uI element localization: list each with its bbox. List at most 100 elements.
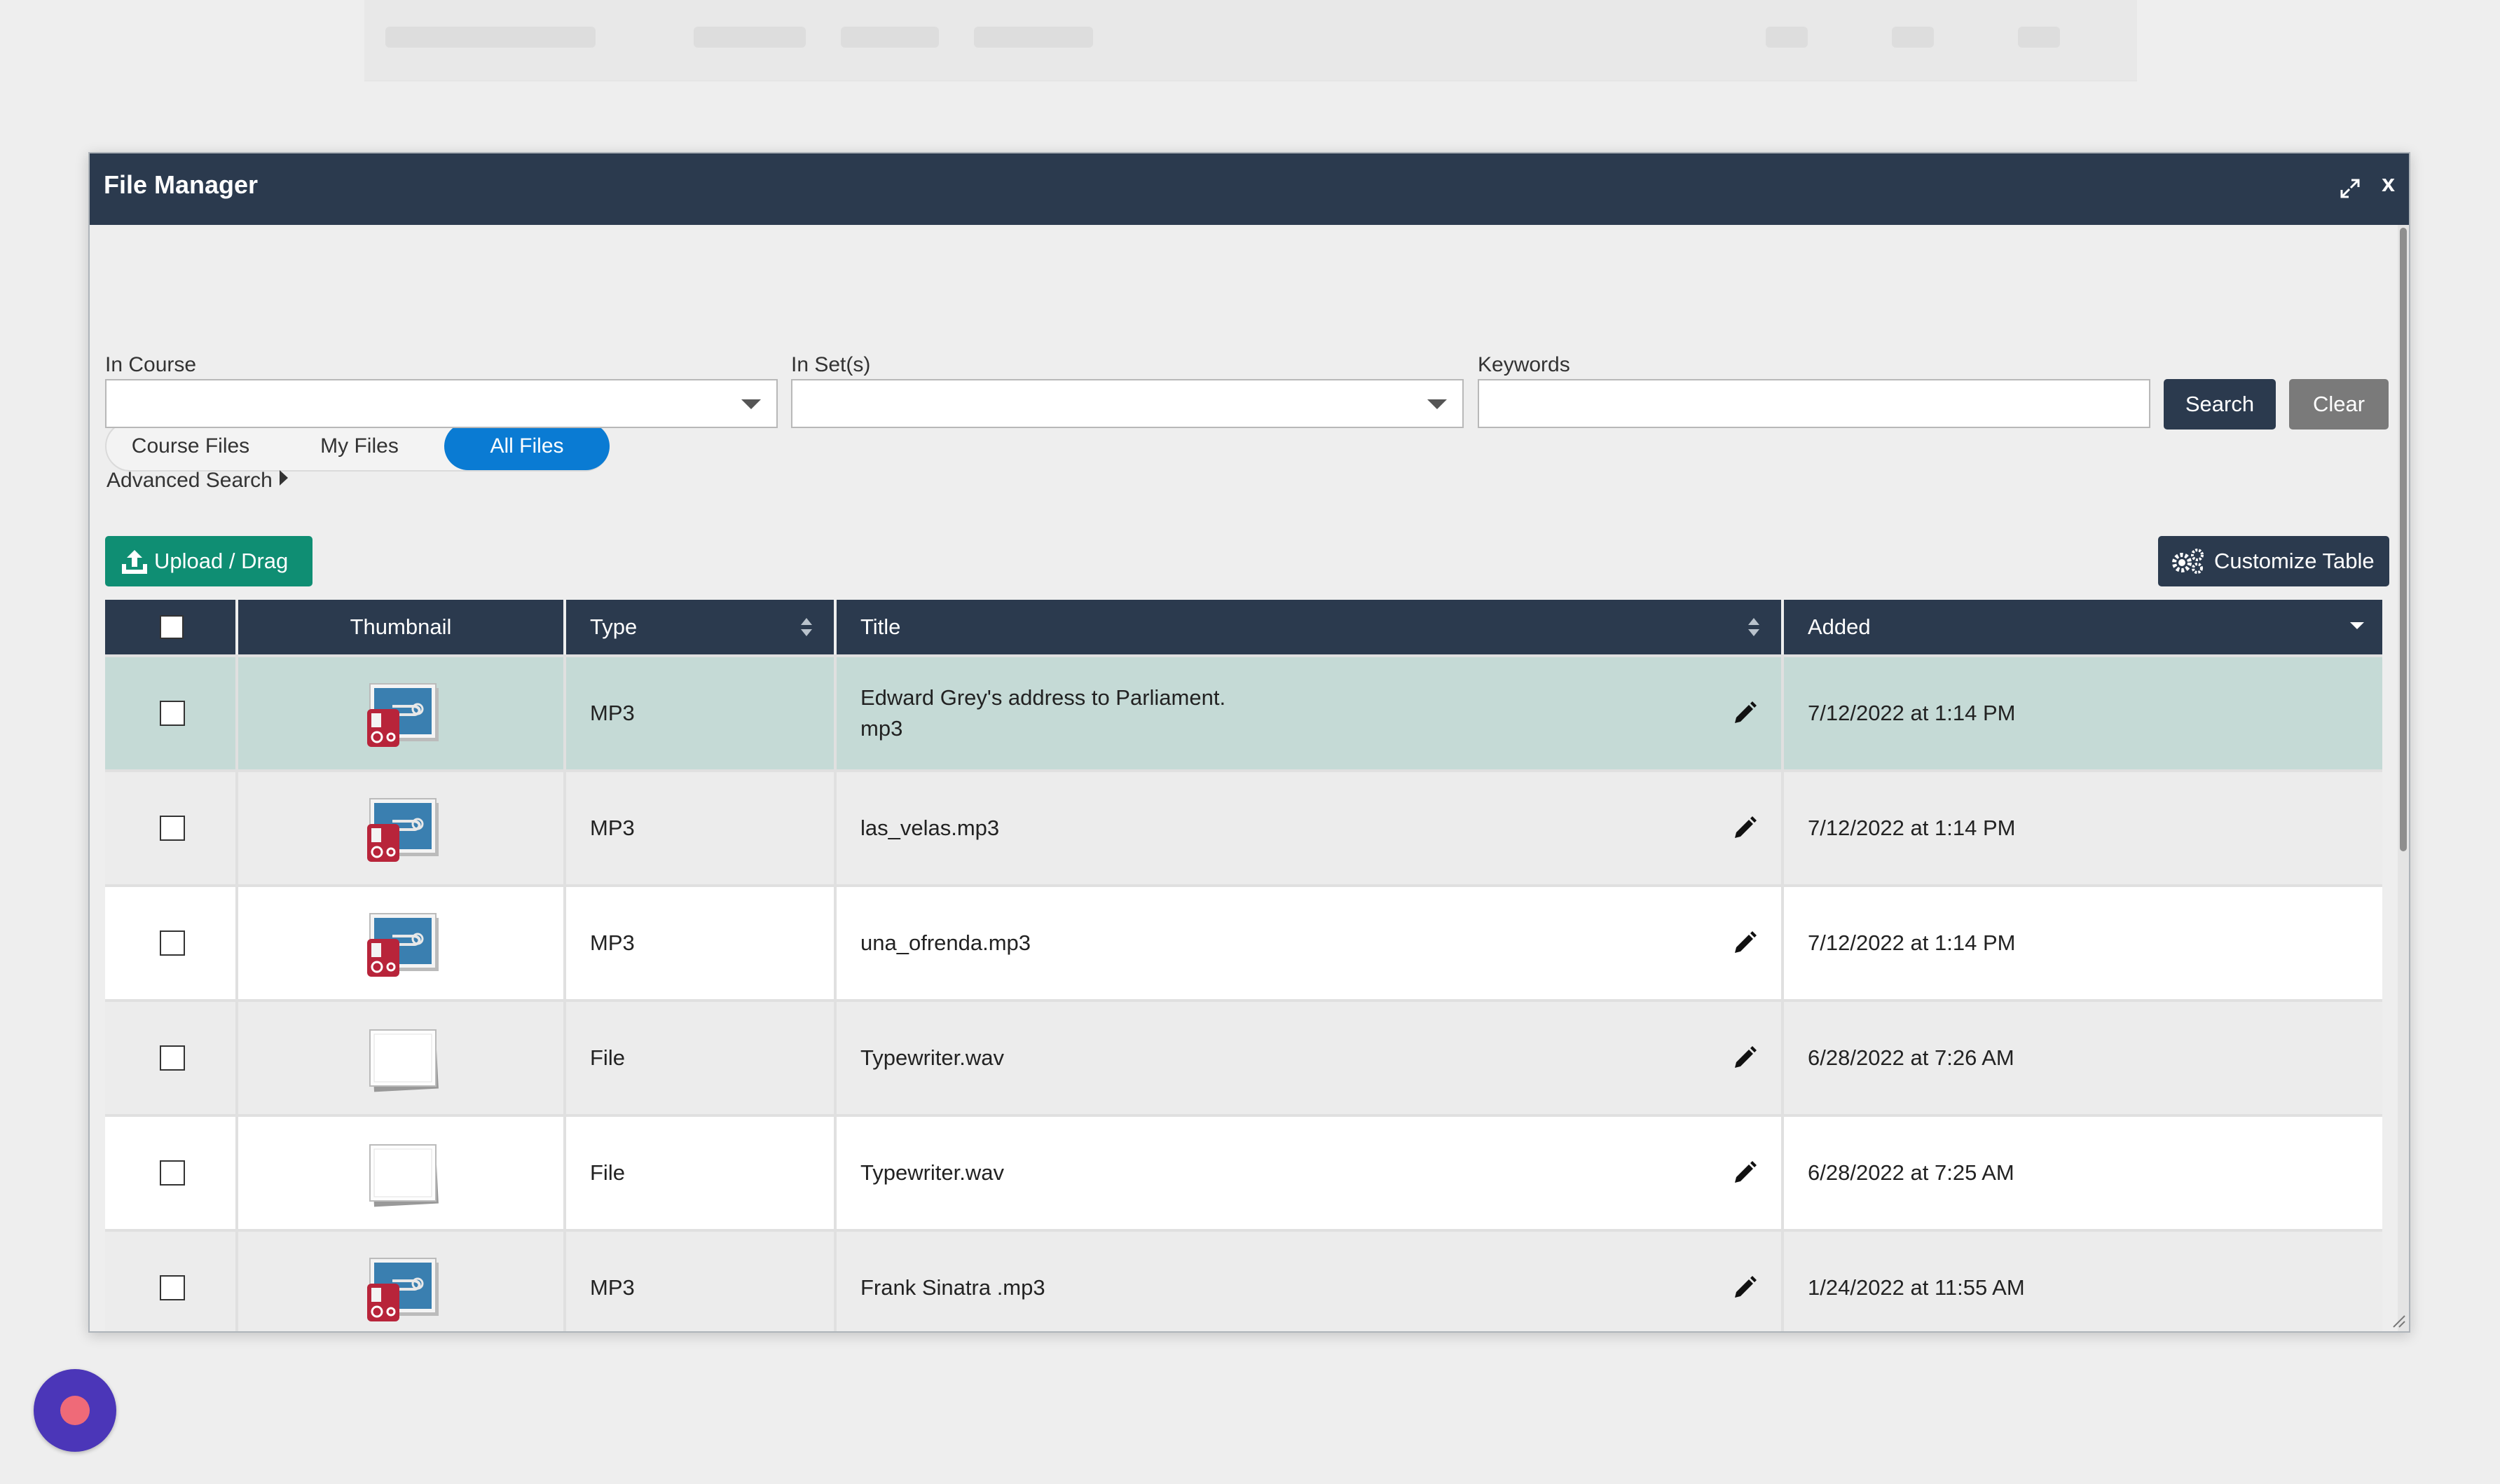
table-body: MP3 Edward Grey's address to Parliament. m… [105,654,2382,1331]
resize-grip-icon[interactable] [2391,1313,2406,1328]
file-title: Typewriter.wav [860,1043,1004,1073]
row-select-cell [105,657,238,769]
thumbnail-cell [238,1002,566,1114]
pencil-icon[interactable] [1732,1275,1757,1300]
pencil-icon[interactable] [1732,701,1757,726]
search-button[interactable]: Search [2164,379,2276,430]
title-cell: una_ofrenda.mp3 [837,887,1784,999]
record-button[interactable] [34,1369,116,1452]
row-checkbox[interactable] [160,1045,185,1071]
select-all-cell [105,600,238,654]
added-cell: 1/24/2022 at 11:55 AM [1784,1232,2382,1331]
date-added: 7/12/2022 at 1:14 PM [1808,816,2016,840]
file-title: Typewriter.wav [860,1157,1004,1188]
table-row[interactable]: MP3 una_ofrenda.mp3 7/12/2022 at 1:14 PM [105,884,2382,999]
record-dot-icon [60,1396,90,1425]
added-cell: 7/12/2022 at 1:14 PM [1784,772,2382,884]
file-title: Frank Sinatra .mp3 [860,1272,1045,1303]
title-cell: Typewriter.wav [837,1117,1784,1229]
advanced-search-toggle[interactable]: Advanced Search [107,469,288,493]
column-header-title-label: Title [860,614,901,639]
file-title-line1: Typewriter.wav [860,1045,1005,1070]
row-checkbox[interactable] [160,1275,185,1300]
sort-icon [1748,618,1759,636]
table-row[interactable]: MP3 las_velas.mp3 7/12/2022 at 1:14 PM [105,769,2382,884]
title-cell: Frank Sinatra .mp3 [837,1232,1784,1331]
pencil-icon[interactable] [1732,816,1757,841]
in-sets-label: In Set(s) [791,353,871,376]
table-row[interactable]: MP3 Frank Sinatra .mp3 1/24/2022 at 11:55 … [105,1229,2382,1331]
background-nav-item [974,27,1093,48]
keywords-label: Keywords [1478,353,1570,376]
background-header-icon [2018,27,2060,48]
file-title-line1: las_velas.mp3 [860,816,1000,840]
file-title: las_velas.mp3 [860,813,999,844]
table-row[interactable]: MP3 Edward Grey's address to Parliament. m… [105,654,2382,769]
row-checkbox[interactable] [160,816,185,841]
file-type: File [590,1045,625,1070]
table-row[interactable]: File Typewriter.wav 6/28/2022 at 7:26 AM [105,999,2382,1114]
table-row[interactable]: File Typewriter.wav 6/28/2022 at 7:25 AM [105,1114,2382,1229]
date-added: 7/12/2022 at 1:14 PM [1808,930,2016,955]
audio-file-icon [364,793,441,863]
in-sets-select[interactable] [791,379,1464,428]
column-header-type[interactable]: Type [566,600,837,654]
thumbnail-cell [238,1232,566,1331]
file-title-line1: Frank Sinatra .mp3 [860,1275,1045,1300]
gears-icon [2172,549,2204,574]
files-table: Thumbnail Type Title Added MP3 Edward Gre… [105,600,2382,1331]
type-cell: File [566,1002,837,1114]
audio-file-icon [364,1253,441,1323]
modal-scrollbar[interactable] [2398,225,2409,1331]
thumbnail-cell [238,1117,566,1229]
file-type: MP3 [590,930,635,955]
expand-icon[interactable] [2339,177,2361,200]
caret-right-icon [279,470,288,486]
file-title-line1: Typewriter.wav [860,1160,1005,1185]
file-scope-tabs: Course Files My Files All Files [105,421,610,472]
column-header-added[interactable]: Added [1784,600,2382,654]
advanced-search-label: Advanced Search [107,469,273,492]
clear-button[interactable]: Clear [2289,379,2389,430]
customize-table-label: Customize Table [2214,549,2375,573]
modal-header: File Manager x [90,153,2409,225]
select-all-checkbox[interactable] [160,615,184,639]
tab-course-files[interactable]: Course Files [107,422,275,470]
tab-all-files[interactable]: All Files [444,422,610,470]
pencil-icon[interactable] [1732,1160,1757,1186]
title-cell: Typewriter.wav [837,1002,1784,1114]
chevron-down-icon [1427,399,1447,409]
background-nav-item [694,27,806,48]
added-cell: 7/12/2022 at 1:14 PM [1784,657,2382,769]
type-cell: MP3 [566,887,837,999]
chevron-down-icon [741,399,761,409]
pencil-icon[interactable] [1732,930,1757,956]
column-header-title[interactable]: Title [837,600,1784,654]
keywords-input[interactable] [1478,379,2150,428]
file-title-line1: una_ofrenda.mp3 [860,930,1031,955]
file-type: MP3 [590,1275,635,1300]
pencil-icon[interactable] [1732,1045,1757,1071]
row-checkbox[interactable] [160,1160,185,1186]
row-checkbox[interactable] [160,701,185,726]
added-cell: 6/28/2022 at 7:26 AM [1784,1002,2382,1114]
row-select-cell [105,772,238,884]
customize-table-button[interactable]: Customize Table [2158,536,2389,586]
sort-descending-icon [2350,622,2364,629]
background-app-header [364,0,2137,81]
upload-drag-button[interactable]: Upload / Drag [105,536,312,586]
file-title: Edward Grey's address to Parliament. mp3 [860,682,1225,744]
modal-title: File Manager [104,170,259,199]
row-select-cell [105,1232,238,1331]
close-button[interactable]: x [2382,170,2395,198]
audio-file-icon [364,908,441,978]
tab-my-files[interactable]: My Files [275,422,444,470]
in-course-select[interactable] [105,379,778,428]
date-added: 6/28/2022 at 7:26 AM [1808,1045,2014,1070]
background-header-icon [1766,27,1808,48]
row-checkbox[interactable] [160,930,185,956]
file-type: MP3 [590,816,635,840]
added-cell: 7/12/2022 at 1:14 PM [1784,887,2382,999]
background-header-icon [1892,27,1934,48]
scrollbar-thumb[interactable] [2400,228,2407,851]
